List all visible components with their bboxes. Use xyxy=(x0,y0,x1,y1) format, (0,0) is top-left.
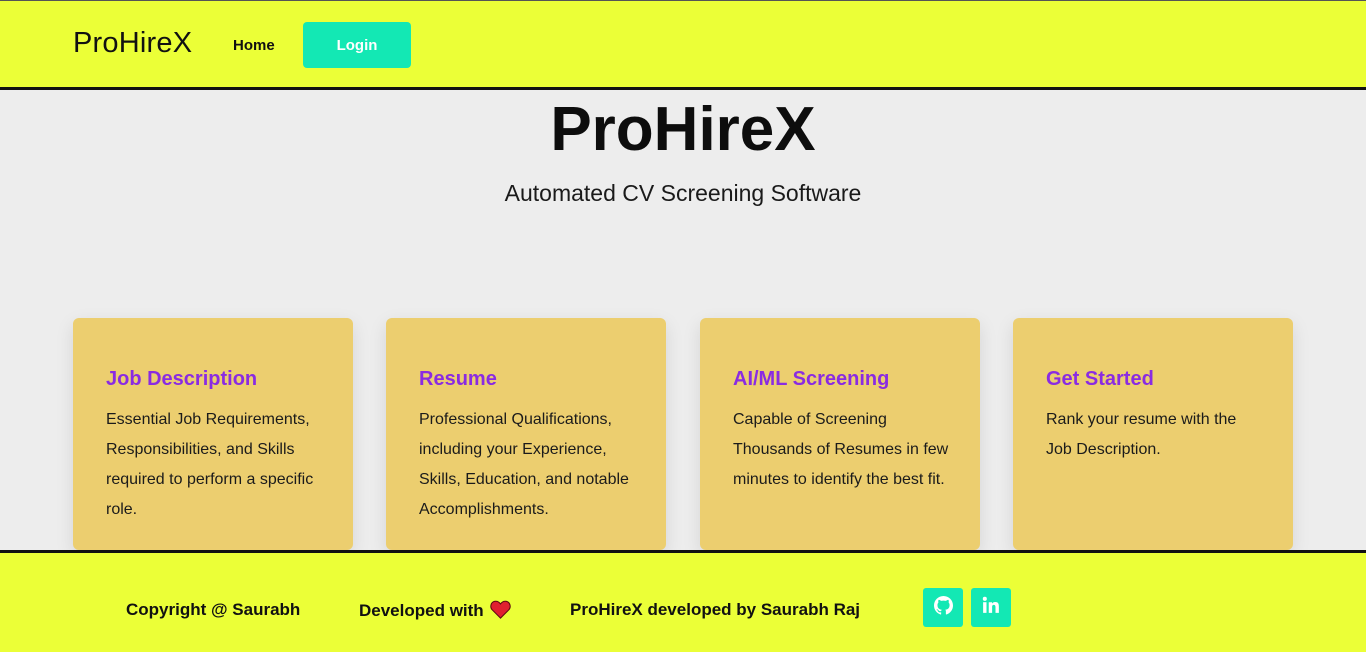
feature-card-job-description: Job Description Essential Job Requiremen… xyxy=(73,318,353,550)
brand-logo[interactable]: ProHireX xyxy=(73,27,192,60)
linkedin-icon xyxy=(982,596,1000,619)
heart-icon xyxy=(490,600,511,624)
linkedin-button[interactable] xyxy=(971,588,1011,627)
card-text: Professional Qualifications, including y… xyxy=(419,411,629,518)
card-title: Job Description xyxy=(106,368,258,390)
card-title: AI/ML Screening xyxy=(733,368,890,390)
github-icon xyxy=(933,595,953,620)
card-text: Capable of Screening Thousands of Resume… xyxy=(733,411,949,488)
github-button[interactable] xyxy=(923,588,963,627)
hero-subtitle: Automated CV Screening Software xyxy=(504,180,862,206)
footer-developed-with: Developed with xyxy=(359,600,511,624)
card-text: Rank your resume with the Job Descriptio… xyxy=(1046,411,1237,458)
card-title: Resume xyxy=(419,368,497,390)
navbar: ProHireX Home Login xyxy=(0,0,1366,90)
hero-title: ProHireX xyxy=(550,95,816,164)
feature-card-resume: Resume Professional Qualifications, incl… xyxy=(386,318,666,550)
login-button[interactable]: Login xyxy=(303,22,411,68)
card-title: Get Started xyxy=(1046,368,1154,390)
card-text: Essential Job Requirements, Responsibili… xyxy=(106,411,314,518)
feature-card-get-started: Get Started Rank your resume with the Jo… xyxy=(1013,318,1293,550)
footer-copyright: Copyright @ Saurabh xyxy=(126,600,301,619)
feature-card-ai-ml-screening: AI/ML Screening Capable of Screening Tho… xyxy=(700,318,980,550)
footer-credit: ProHireX developed by Saurabh Raj xyxy=(570,600,861,619)
footer-developed-with-label: Developed with xyxy=(359,601,484,620)
nav-home-link[interactable]: Home xyxy=(233,37,275,54)
footer: Copyright @ Saurabh Developed with ProHi… xyxy=(0,550,1366,652)
